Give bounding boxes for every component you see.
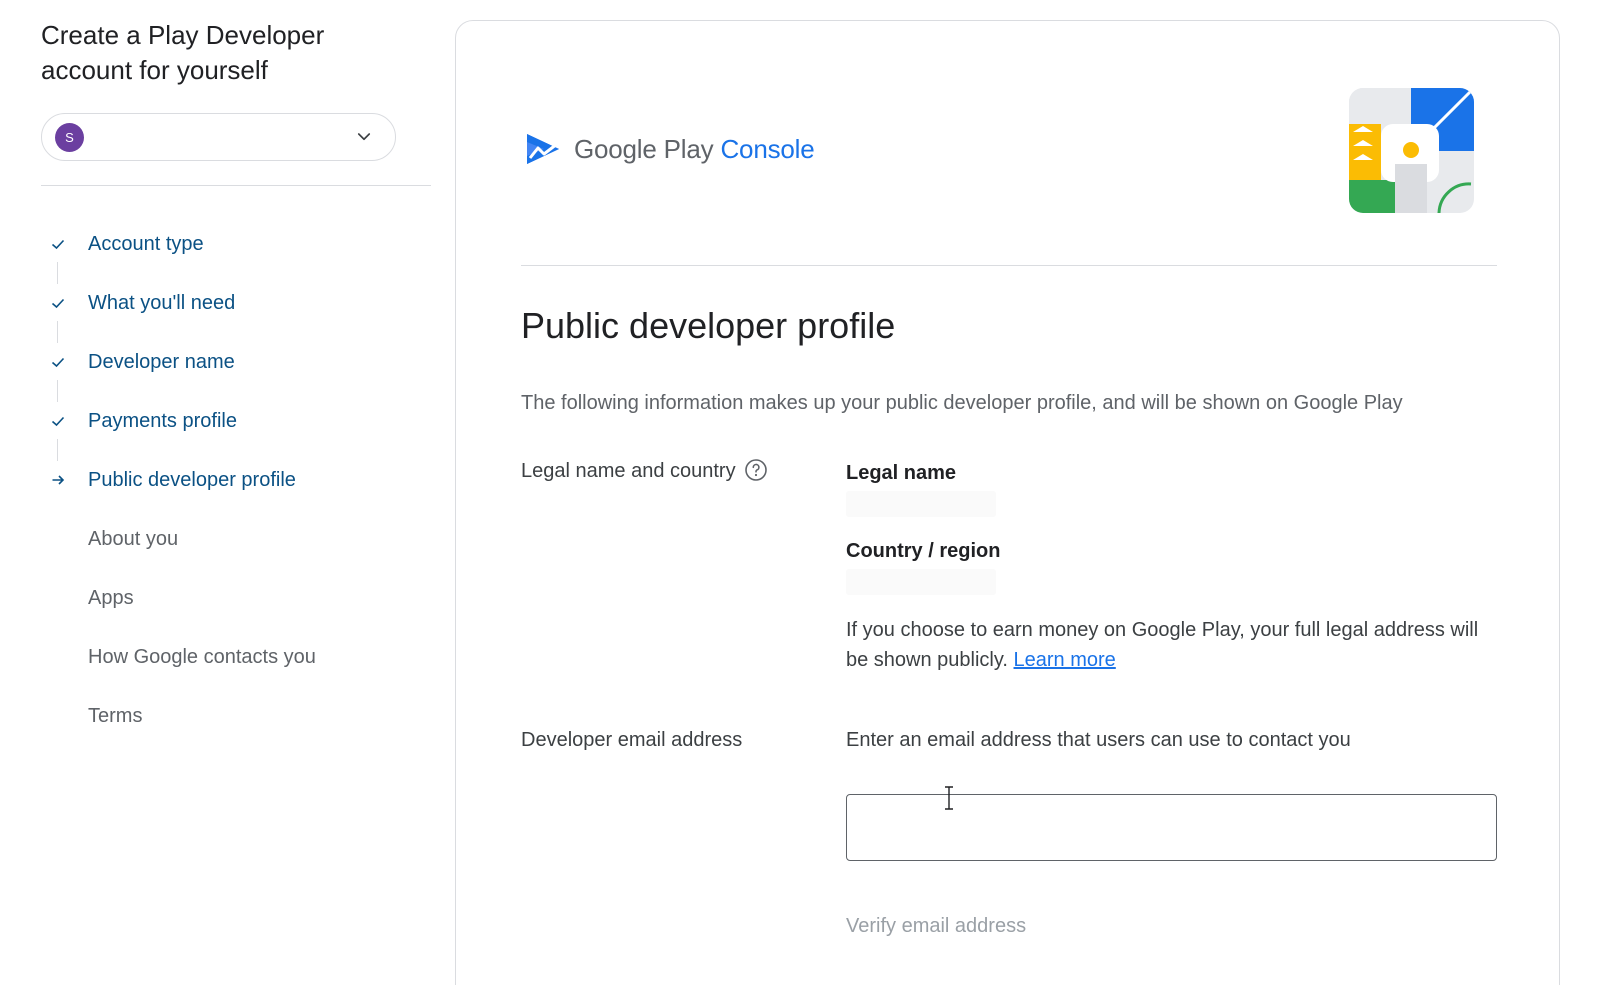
step-list: Account type What you'll need Developer … [0, 226, 440, 757]
step-connector [57, 262, 58, 284]
public-address-notice: If you choose to earn money on Google Pl… [846, 615, 1496, 675]
country-region-label: Country / region [846, 540, 1001, 562]
developer-email-label: Developer email address [521, 729, 743, 751]
step-label: What you'll need [88, 292, 236, 314]
step-connector [57, 439, 58, 461]
verify-email-button[interactable]: Verify email address [846, 912, 1026, 940]
play-console-logo-icon [527, 134, 559, 164]
brand-console: Console [720, 134, 815, 164]
notice-text: If you choose to earn money on Google Pl… [846, 619, 1479, 671]
page-title: Public developer profile [521, 305, 896, 346]
step-label: Terms [88, 705, 143, 727]
check-icon [51, 239, 65, 250]
check-icon [51, 416, 65, 427]
step-account-type[interactable]: Account type [0, 226, 440, 285]
step-how-google-contacts-you[interactable]: How Google contacts you [0, 639, 440, 698]
main-card: Google Play Console Public developer pro… [455, 20, 1560, 985]
step-label: About you [88, 528, 179, 550]
legal-name-value [846, 491, 996, 517]
check-icon [51, 357, 65, 368]
step-public-developer-profile[interactable]: Public developer profile [0, 462, 440, 521]
email-hint: Enter an email address that users can us… [846, 729, 1351, 751]
step-label: Account type [88, 233, 204, 255]
arrow-right-icon [52, 475, 65, 485]
email-field[interactable] [846, 794, 1497, 861]
legal-name-label: Legal name [846, 462, 957, 484]
legal-row-label: Legal name and country [521, 457, 768, 485]
brand-google: Google Play [574, 134, 714, 164]
page-description: The following information makes up your … [521, 392, 1403, 414]
learn-more-link[interactable]: Learn more [1014, 649, 1116, 671]
step-connector [57, 380, 58, 402]
check-icon [51, 298, 65, 309]
step-payments-profile[interactable]: Payments profile [0, 403, 440, 462]
setup-sidebar: Create a Play Developer account for your… [0, 0, 440, 985]
step-label: Payments profile [88, 410, 237, 432]
country-region-value [846, 569, 996, 595]
avatar: S [55, 123, 84, 152]
step-developer-name[interactable]: Developer name [0, 344, 440, 403]
sidebar-title: Create a Play Developer account for your… [41, 20, 325, 85]
step-what-youll-need[interactable]: What you'll need [0, 285, 440, 344]
step-about-you[interactable]: About you [0, 521, 440, 580]
step-label: Apps [88, 587, 134, 609]
account-selector[interactable]: S [41, 113, 396, 161]
legal-row-label-text: Legal name and country [521, 460, 736, 482]
step-label: Public developer profile [88, 469, 296, 491]
step-label: How Google contacts you [88, 646, 316, 668]
step-terms[interactable]: Terms [0, 698, 440, 757]
step-label: Developer name [88, 351, 235, 373]
brand-name: Google Play Console [574, 134, 815, 164]
chevron-down-icon [357, 133, 371, 141]
step-apps[interactable]: Apps [0, 580, 440, 639]
card-divider [521, 265, 1497, 266]
sidebar-divider [41, 185, 431, 186]
step-connector [57, 321, 58, 343]
hero-illustration [1349, 88, 1474, 213]
help-icon[interactable] [744, 458, 768, 482]
